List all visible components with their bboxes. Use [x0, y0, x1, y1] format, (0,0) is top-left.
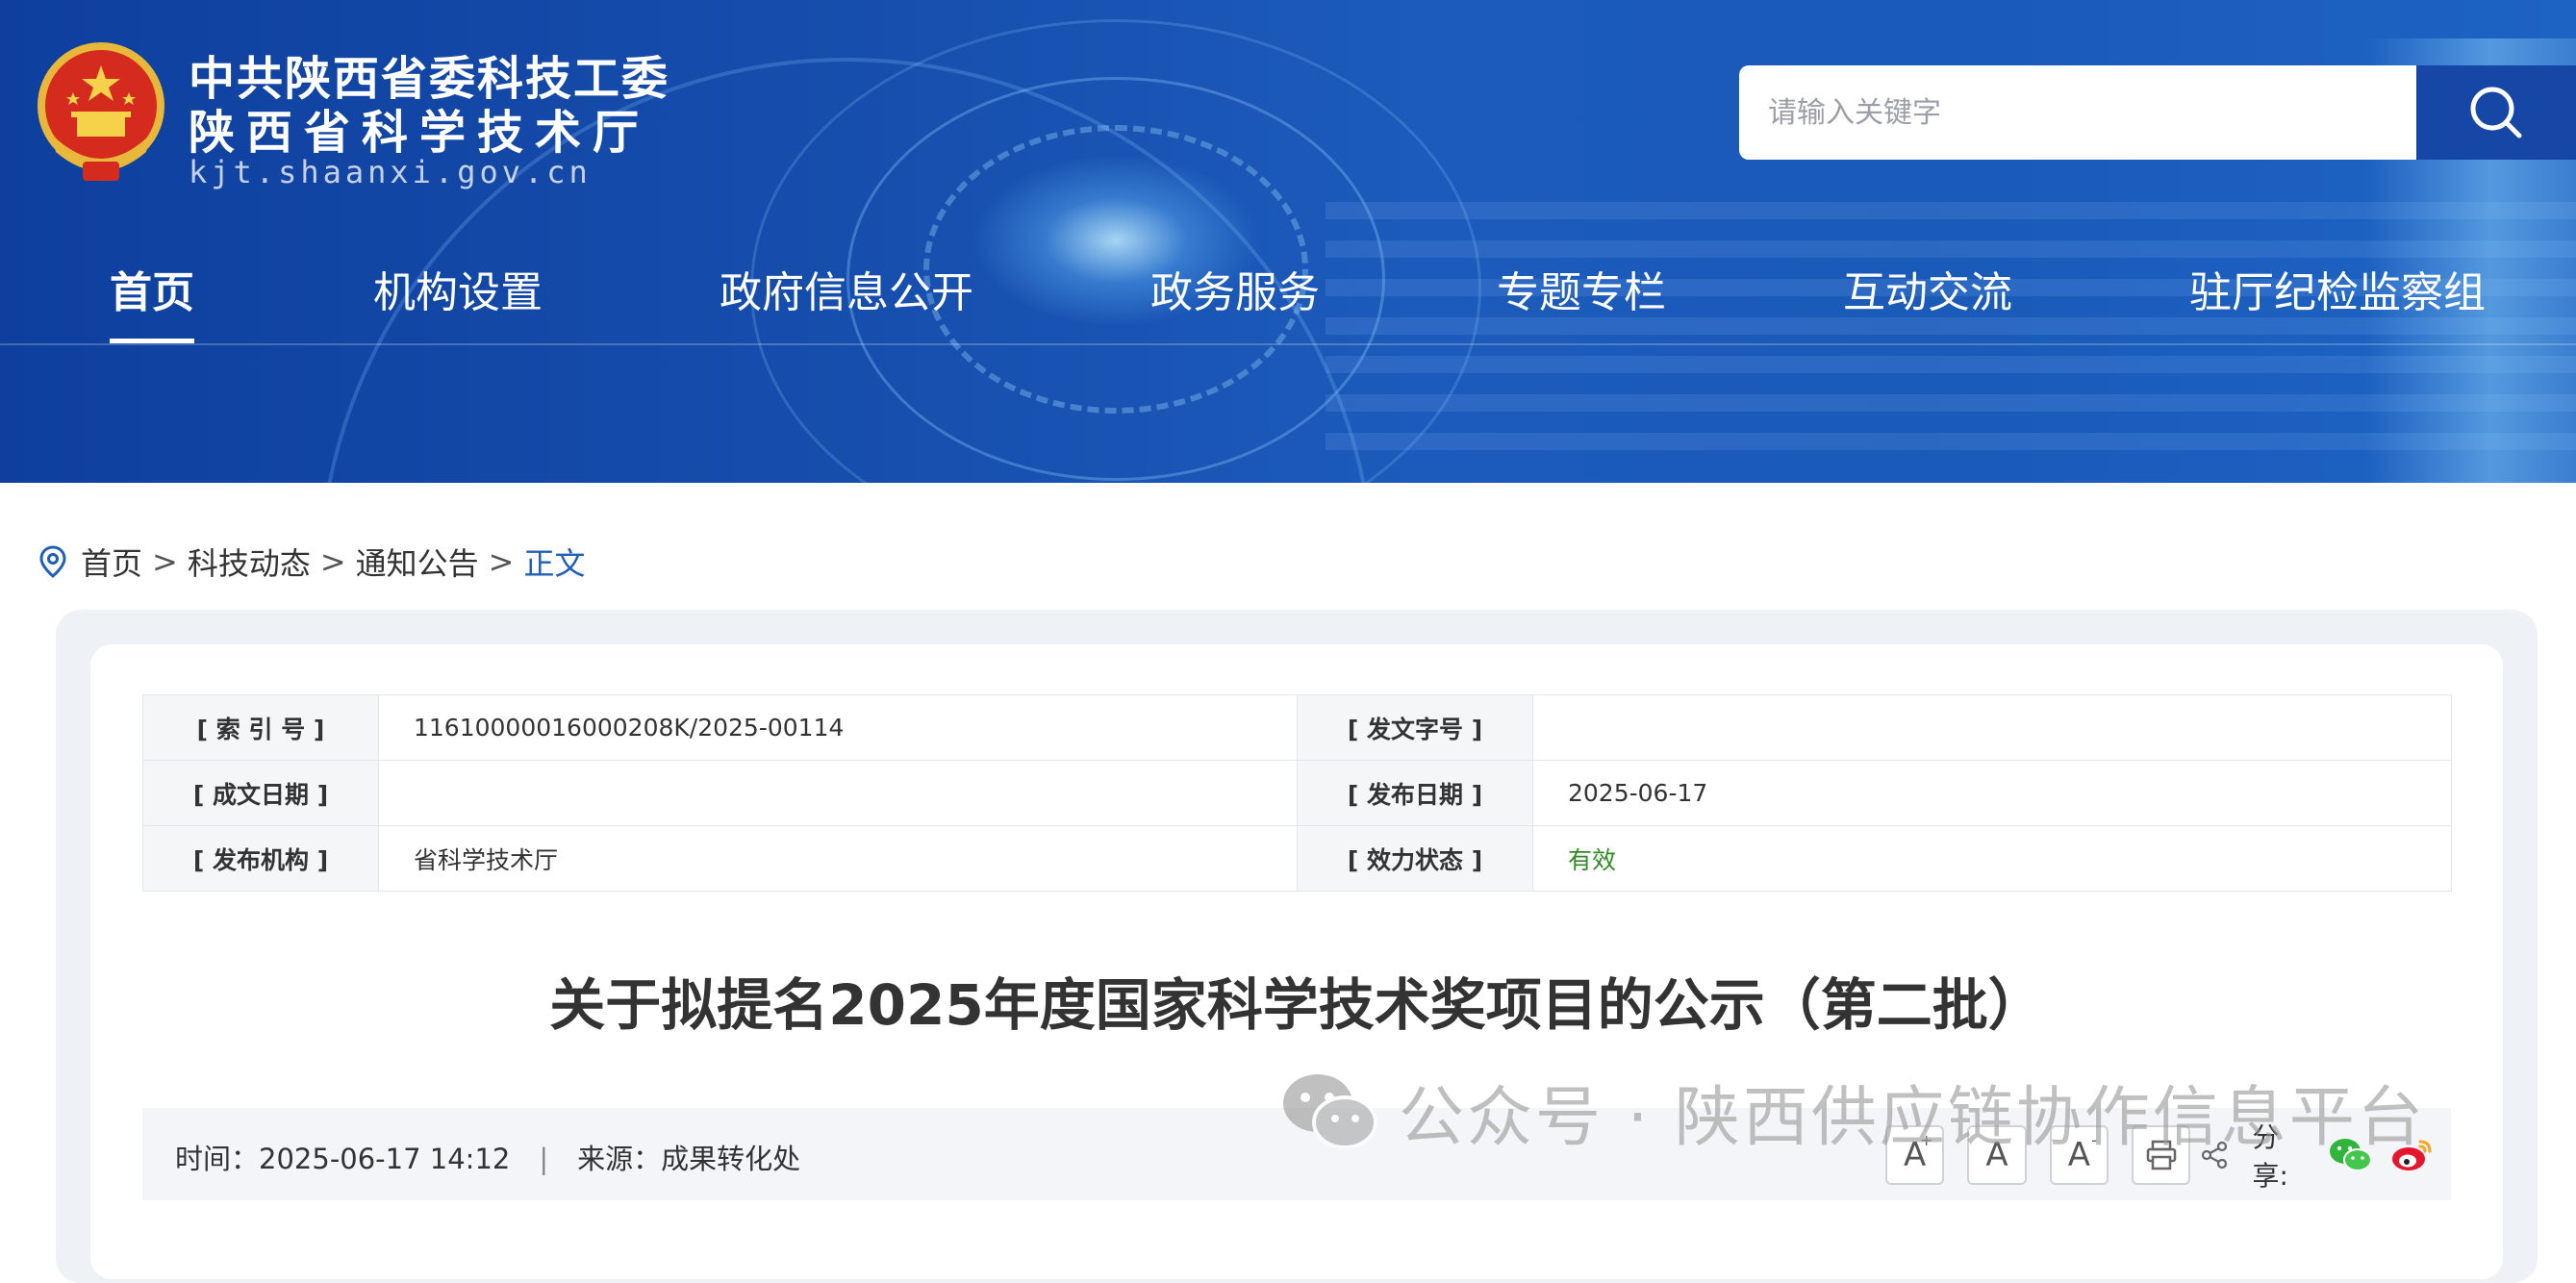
- nav-item-gov-info[interactable]: 政府信息公开: [720, 258, 973, 319]
- national-emblem-icon[interactable]: [33, 38, 169, 185]
- time-value: 2025-06-17 14:12: [259, 1143, 511, 1175]
- search-box: [1739, 65, 2416, 160]
- article-title: 关于拟提名2025年度国家科学技术奖项目的公示（第二批）: [549, 972, 2044, 1038]
- breadcrumb-notices[interactable]: 通知公告: [356, 540, 479, 584]
- search-input[interactable]: [1739, 65, 2416, 160]
- breadcrumb-separator: >: [152, 543, 178, 580]
- nav-active-indicator: [110, 339, 194, 343]
- document-meta-table: [ 索 引 号 ] 11610000016000208K/2025-00114 …: [142, 694, 2452, 892]
- meta-value-status: 有效: [1532, 825, 2452, 892]
- watermark-text: 公众号 · 陕西供应链协作信息平台: [1399, 1079, 2426, 1156]
- breadcrumb-current: 正文: [523, 545, 586, 582]
- breadcrumb: 首页 > 科技动态 > 通知公告 > 正文: [38, 539, 586, 585]
- site-title-line2[interactable]: 陕西省科学技术厅: [189, 94, 650, 162]
- breadcrumb-separator: >: [488, 543, 515, 580]
- site-domain: kjt.shaanxi.gov.cn: [189, 154, 592, 190]
- nav-item-discipline[interactable]: 驻厅纪检监察组: [2189, 258, 2486, 319]
- source-value: 成果转化处: [661, 1143, 801, 1175]
- meta-label-docno: [ 发文字号 ]: [1297, 694, 1533, 761]
- search-button[interactable]: [2416, 65, 2576, 160]
- meta-value-docno: [1532, 694, 2452, 761]
- nav-item-home[interactable]: 首页: [110, 258, 194, 319]
- nav-item-topics[interactable]: 专题专栏: [1497, 258, 1666, 319]
- meta-label-org: [ 发布机构 ]: [142, 825, 379, 892]
- nav-item-services[interactable]: 政务服务: [1150, 258, 1320, 319]
- breadcrumb-news[interactable]: 科技动态: [188, 540, 311, 584]
- nav-item-organization[interactable]: 机构设置: [373, 258, 543, 319]
- search-icon: [2470, 87, 2522, 138]
- meta-label-index: [ 索 引 号 ]: [142, 694, 379, 761]
- info-divider: |: [539, 1143, 549, 1175]
- breadcrumb-home[interactable]: 首页: [81, 540, 142, 584]
- meta-value-org: 省科学技术厅: [378, 825, 1298, 892]
- time-label: 时间：: [175, 1143, 260, 1175]
- source-label: 来源：: [577, 1143, 662, 1175]
- meta-value-created: [378, 760, 1298, 826]
- main-nav: 首页 机构设置 政府信息公开 政务服务 专题专栏 互动交流 驻厅纪检监察组: [0, 258, 2576, 344]
- breadcrumb-separator: >: [319, 543, 346, 580]
- nav-item-interaction[interactable]: 互动交流: [1843, 258, 2012, 319]
- location-pin-icon: [38, 545, 67, 578]
- table-row: [ 索 引 号 ] 11610000016000208K/2025-00114 …: [142, 694, 2452, 761]
- table-row: [ 成文日期 ] [ 发布日期 ] 2025-06-17: [142, 760, 2452, 826]
- meta-value-published: 2025-06-17: [1532, 760, 2452, 826]
- meta-label-created: [ 成文日期 ]: [142, 760, 379, 826]
- watermark: 公众号 · 陕西供应链协作信息平台: [1279, 1068, 2426, 1156]
- table-row: [ 发布机构 ] 省科学技术厅 [ 效力状态 ] 有效: [142, 825, 2452, 892]
- meta-label-published: [ 发布日期 ]: [1297, 760, 1533, 826]
- meta-label-status: [ 效力状态 ]: [1297, 825, 1533, 892]
- wechat-watermark-icon: [1283, 1074, 1377, 1149]
- article-info: 时间：2025-06-17 14:12 | 来源：成果转化处: [175, 1137, 800, 1177]
- meta-value-index: 11610000016000208K/2025-00114: [378, 694, 1298, 761]
